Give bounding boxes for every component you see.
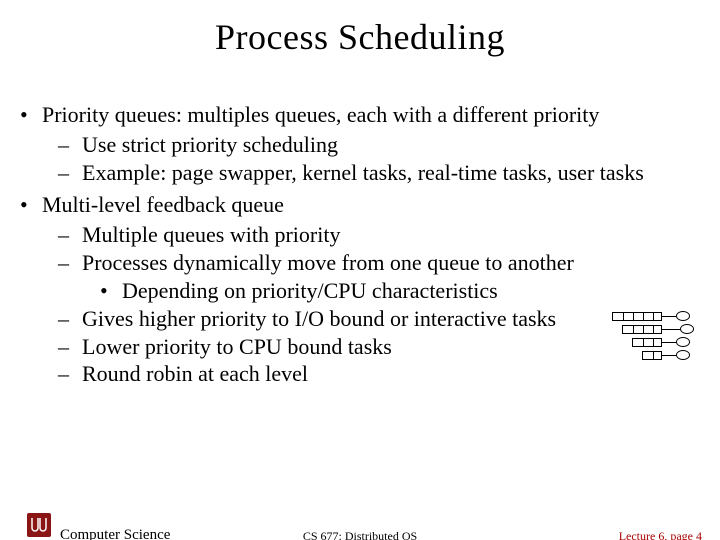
queue-box	[622, 325, 662, 334]
queue-box	[612, 312, 662, 321]
queue-line	[662, 342, 676, 343]
queue-diagram	[612, 312, 702, 368]
slide-title: Process Scheduling	[0, 16, 720, 58]
queue-line	[662, 329, 680, 330]
footer-center: CS 677: Distributed OS	[0, 529, 720, 540]
slide: Process Scheduling Priority queues: mult…	[0, 16, 720, 540]
sub-sub-list: Depending on priority/CPU characteristic…	[82, 278, 712, 305]
queue-server	[680, 324, 694, 334]
sub-text: Gives higher priority to I/O bound or in…	[82, 306, 556, 331]
bullet-priority-queues: Priority queues: multiples queues, each …	[14, 102, 712, 186]
footer-right: Lecture 6, page 4	[619, 529, 702, 540]
sub-bullet: Use strict priority scheduling	[42, 132, 712, 159]
footer: Computer Science CS 677: Distributed OS …	[0, 516, 720, 540]
sub-sub-text: Depending on priority/CPU characteristic…	[122, 278, 498, 303]
sub-bullet: Multiple queues with priority	[42, 222, 712, 249]
queue-server	[676, 311, 690, 321]
bullet-list: Priority queues: multiples queues, each …	[14, 102, 712, 388]
queue-server	[676, 337, 690, 347]
bullet-text: Multi-level feedback queue	[42, 192, 284, 217]
queue-line	[662, 316, 676, 317]
bullet-mlfq: Multi-level feedback queue Multiple queu…	[14, 192, 712, 388]
queue-box	[642, 351, 662, 360]
sub-text: Round robin at each level	[82, 361, 308, 386]
queue-server	[676, 350, 690, 360]
sub-bullet: Example: page swapper, kernel tasks, rea…	[42, 160, 712, 187]
sub-sub-bullet: Depending on priority/CPU characteristic…	[82, 278, 712, 305]
sub-text: Use strict priority scheduling	[82, 132, 338, 157]
queue-box	[632, 338, 662, 347]
sub-text: Processes dynamically move from one queu…	[82, 250, 574, 275]
bullet-text: Priority queues: multiples queues, each …	[42, 102, 599, 127]
sub-list: Use strict priority scheduling Example: …	[42, 132, 712, 187]
sub-text: Lower priority to CPU bound tasks	[82, 334, 392, 359]
queue-line	[662, 355, 676, 356]
sub-bullet: Processes dynamically move from one queu…	[42, 250, 712, 305]
sub-text: Example: page swapper, kernel tasks, rea…	[82, 160, 644, 185]
sub-text: Multiple queues with priority	[82, 222, 340, 247]
